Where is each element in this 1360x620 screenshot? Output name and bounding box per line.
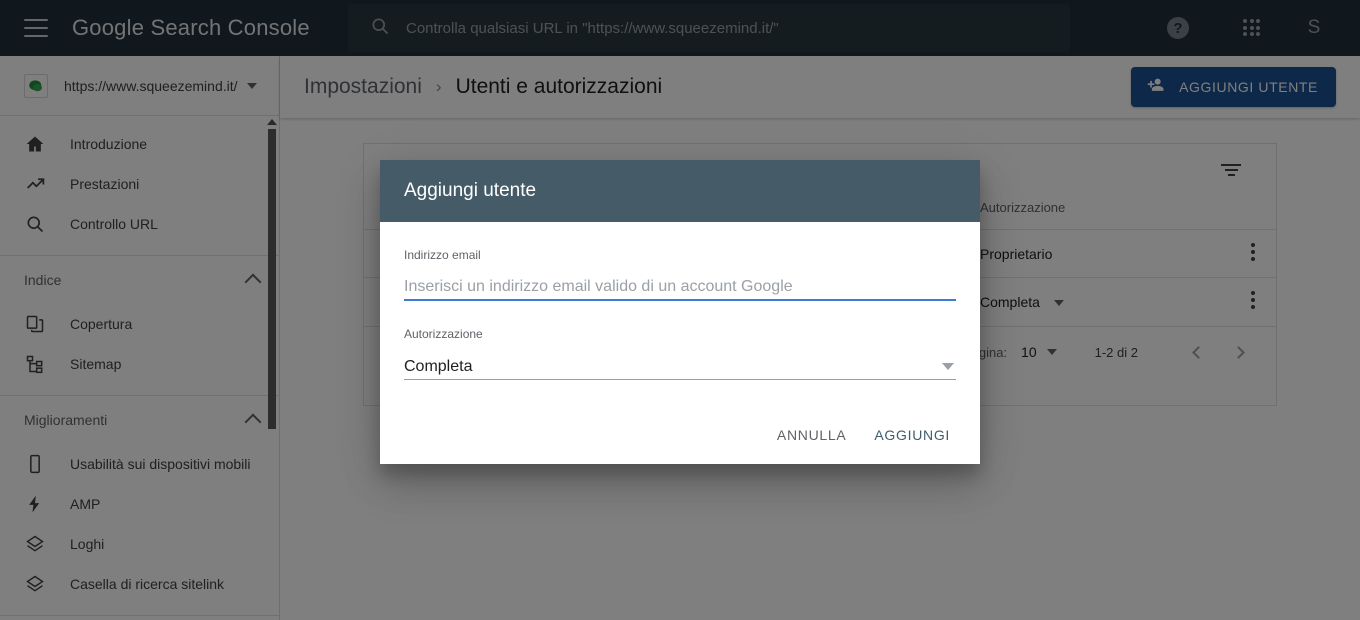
confirm-add-button[interactable]: AGGIUNGI [860,419,964,451]
permission-select[interactable]: Completa [404,354,956,380]
email-input-placeholder: Inserisci un indirizzo email valido di u… [404,278,793,295]
cancel-button[interactable]: ANNULLA [763,419,860,451]
email-field-label: Indirizzo email [404,248,481,262]
permission-field-group: Autorizzazione Completa [404,327,956,380]
dialog-title: Aggiungi utente [404,180,537,201]
permission-select-value: Completa [404,357,473,375]
app-root: Google Search Console Controlla qualsias… [0,0,1360,620]
email-input[interactable]: Inserisci un indirizzo email valido di u… [404,275,956,301]
email-field-group: Indirizzo email Inserisci un indirizzo e… [404,248,956,301]
add-user-dialog: Aggiungi utente Indirizzo email Inserisc… [380,160,980,464]
dropdown-caret-icon [942,363,954,370]
permission-field-label: Autorizzazione [404,327,483,341]
dialog-header: Aggiungi utente [380,160,980,222]
dialog-footer: ANNULLA AGGIUNGI [380,406,980,464]
dialog-body: Indirizzo email Inserisci un indirizzo e… [380,222,980,380]
